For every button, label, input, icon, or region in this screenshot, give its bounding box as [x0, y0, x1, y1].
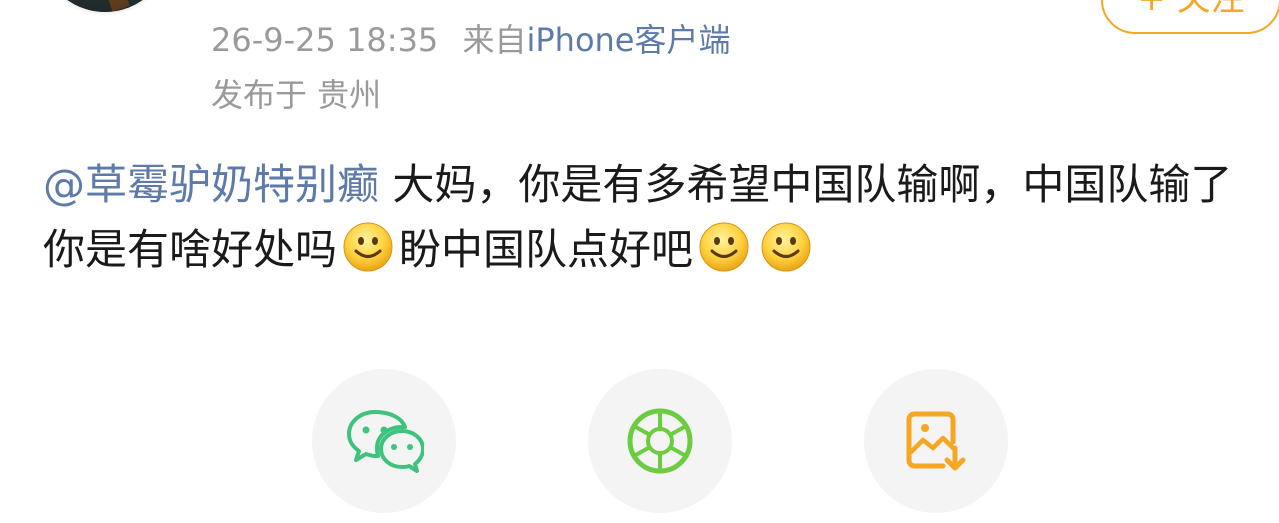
save-image-button[interactable]	[864, 369, 1008, 513]
save-image-icon	[906, 411, 966, 471]
post-text-part2: 盼中国队点好吧	[399, 225, 694, 274]
follow-button[interactable]: + 关注	[1101, 0, 1279, 34]
smile-emoji-icon	[343, 222, 393, 272]
post-meta: 26-9-25 18:35 来自iPhone客户端	[211, 18, 731, 62]
smile-emoji-icon	[761, 222, 811, 272]
post-location: 发布于 贵州	[211, 76, 382, 114]
moments-shutter-icon	[627, 408, 693, 474]
wechat-share-button[interactable]	[312, 369, 456, 513]
post-time: 26-9-25 18:35	[211, 21, 439, 59]
post-source[interactable]: iPhone客户端	[526, 21, 730, 59]
post-content: @草霉驴奶特别癫 大妈，你是有多希望中国队输啊，中国队输了你是有啥好处吗 盼中国…	[43, 152, 1258, 282]
moments-share-button[interactable]	[588, 369, 732, 513]
smile-emoji-icon	[699, 222, 749, 272]
post-from-prefix: 来自	[462, 21, 527, 59]
mention-link[interactable]: @草霉驴奶特别癫	[43, 160, 379, 209]
wechat-icon	[347, 410, 424, 473]
